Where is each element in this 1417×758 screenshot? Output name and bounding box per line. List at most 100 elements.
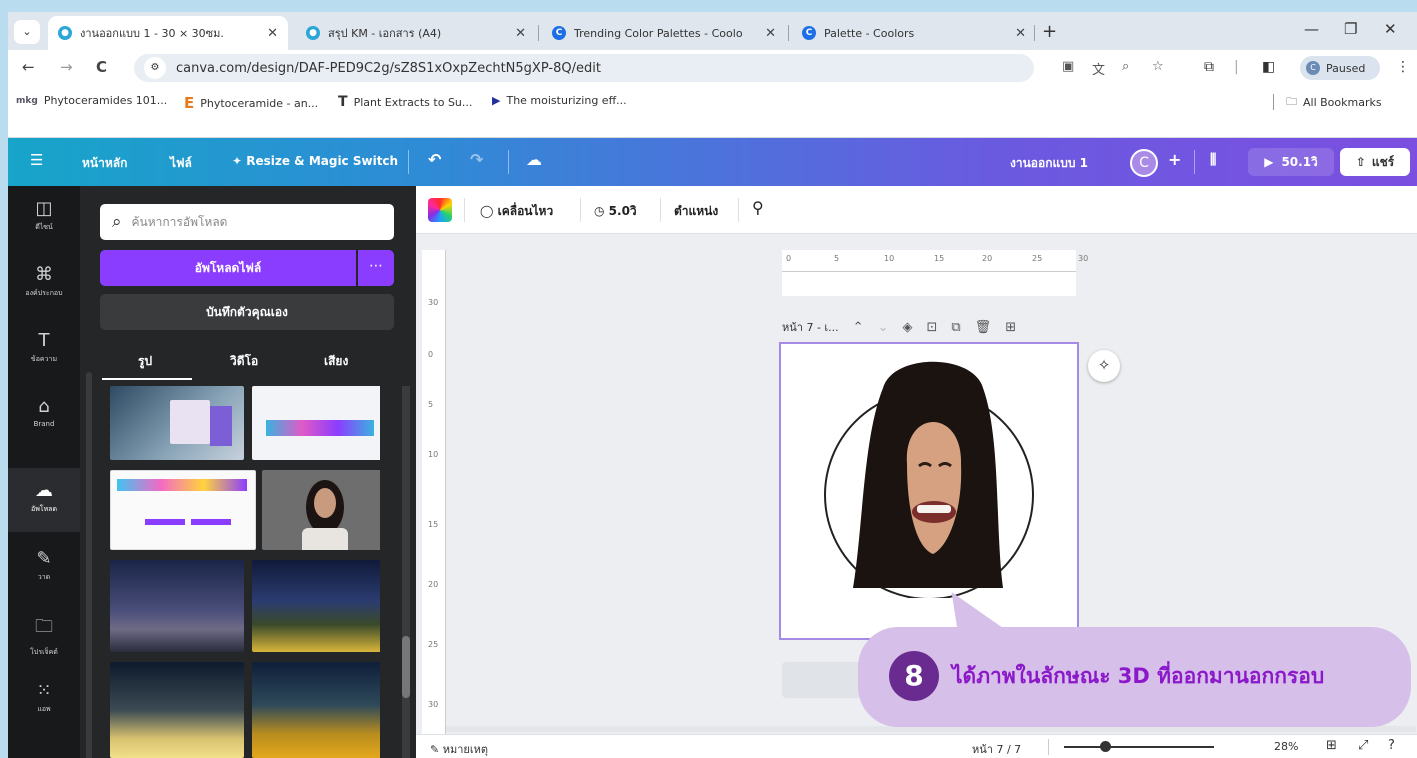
design-title[interactable]: งานออกแบบ 1 bbox=[1010, 154, 1088, 173]
page-down-icon[interactable]: ⌄ bbox=[878, 320, 889, 335]
rail-design[interactable]: ◫ ดีไซน์ bbox=[8, 186, 80, 250]
side-panel-icon[interactable]: ◧ bbox=[1262, 59, 1275, 75]
upload-thumbnail[interactable] bbox=[110, 470, 256, 550]
tab-search-button[interactable]: ⌄ bbox=[14, 20, 40, 44]
tab-coolors-trending[interactable]: C Trending Color Palettes - Coolo ✕ bbox=[542, 16, 786, 50]
undo-icon[interactable]: ↶ bbox=[428, 150, 441, 169]
duplicate-page-icon[interactable]: ⧉ bbox=[951, 320, 960, 335]
upload-thumbnail[interactable] bbox=[252, 386, 380, 460]
upload-thumbnail-portrait[interactable] bbox=[262, 470, 380, 550]
position-button[interactable]: ตำแหน่ง bbox=[674, 202, 718, 221]
bookmark-item[interactable]: mkg Phytoceramides 101... bbox=[16, 94, 167, 107]
browser-menu-icon[interactable]: ⋮ bbox=[1396, 59, 1410, 75]
bookmark-item[interactable]: ▶ The moisturizing eff... bbox=[492, 94, 627, 107]
active-tab-indicator bbox=[102, 378, 192, 380]
animate-button[interactable]: ◯ เคลื่อนไหว bbox=[480, 202, 553, 221]
rail-brand[interactable]: ⌂ Brand bbox=[8, 384, 80, 448]
rail-label: ข้อความ bbox=[30, 355, 58, 363]
step-number-badge: 8 bbox=[889, 651, 939, 701]
upload-files-button[interactable]: อัพโหลดไฟล์ bbox=[100, 250, 356, 286]
tab-close-icon[interactable]: ✕ bbox=[765, 26, 776, 41]
uploads-search-input[interactable]: ⌕ ค้นหาการอัพโหลด bbox=[100, 204, 394, 240]
zoom-slider-track[interactable] bbox=[1064, 746, 1214, 748]
color-picker-swatch[interactable] bbox=[428, 198, 452, 222]
bookmark-star-icon[interactable]: ☆ bbox=[1152, 59, 1164, 74]
help-icon[interactable]: ? bbox=[1388, 738, 1395, 753]
rail-draw[interactable]: ✎ วาด bbox=[8, 536, 80, 600]
insights-chart-icon[interactable]: ⫼ bbox=[1210, 152, 1216, 168]
ruler-tick: 15 bbox=[428, 520, 439, 529]
user-avatar[interactable]: C bbox=[1130, 149, 1158, 177]
tab-close-icon[interactable]: ✕ bbox=[267, 26, 278, 41]
zoom-level[interactable]: 28% bbox=[1274, 740, 1298, 753]
previous-page-bottom[interactable] bbox=[782, 272, 1076, 296]
upload-thumbnail[interactable] bbox=[110, 560, 244, 652]
share-button[interactable]: ⇧ แชร์ bbox=[1340, 148, 1410, 176]
lock-page-icon[interactable]: ⊡ bbox=[926, 320, 937, 335]
site-info-icon[interactable]: ⚙ bbox=[144, 57, 166, 79]
bookmark-item[interactable]: E Phytoceramide - an... bbox=[184, 94, 318, 112]
notes-button[interactable]: ✎ หมายเหตุ bbox=[430, 740, 488, 758]
portrait-image[interactable] bbox=[823, 348, 1035, 598]
copy-style-icon[interactable]: ⚲ bbox=[752, 198, 764, 217]
tab-close-icon[interactable]: ✕ bbox=[1015, 26, 1026, 41]
fullscreen-icon[interactable]: ⤢ bbox=[1358, 738, 1368, 753]
rail-projects[interactable]: 🗀 โปรเจ็คต์ bbox=[8, 602, 80, 666]
back-icon[interactable]: ← bbox=[22, 58, 35, 76]
address-bar[interactable]: ⚙ canva.com/design/DAF-PED9C2g/sZ8S1xOxp… bbox=[134, 54, 1164, 82]
tab-canva-design[interactable]: ● งานออกแบบ 1 - 30 × 30ซม. ✕ bbox=[48, 16, 288, 50]
delete-page-icon[interactable]: 🗑 bbox=[975, 320, 992, 335]
page-actions-icon[interactable]: ▣ bbox=[1062, 59, 1074, 74]
invite-plus-icon[interactable]: + bbox=[1168, 150, 1181, 169]
present-button[interactable]: ▶ 50.1วิ bbox=[1248, 148, 1334, 176]
rail-text[interactable]: T ข้อความ bbox=[8, 318, 80, 382]
all-bookmarks-button[interactable]: 🗀 All Bookmarks bbox=[1286, 93, 1382, 112]
redo-icon[interactable]: ↷ bbox=[470, 150, 483, 169]
tab-close-icon[interactable]: ✕ bbox=[515, 26, 526, 41]
upload-thumbnail[interactable] bbox=[252, 662, 380, 758]
magic-edit-icon[interactable]: ✧ bbox=[1088, 350, 1120, 382]
panel-scrollbar-thumb[interactable] bbox=[402, 636, 410, 698]
reload-icon[interactable]: C bbox=[96, 58, 107, 76]
forward-icon[interactable]: → bbox=[60, 58, 73, 76]
panel-left-scrollbar[interactable] bbox=[86, 372, 92, 758]
translate-icon[interactable]: 文 bbox=[1092, 59, 1105, 78]
bookmark-item[interactable]: T Plant Extracts to Su... bbox=[338, 94, 472, 110]
tab-audio[interactable]: เสียง bbox=[324, 352, 348, 371]
upload-thumbnail[interactable] bbox=[110, 386, 244, 460]
duration-button[interactable]: ◷ 5.0วิ bbox=[594, 202, 637, 221]
close-window-icon[interactable]: ✕ bbox=[1384, 20, 1397, 38]
page-label[interactable]: หน้า 7 - เ... bbox=[782, 318, 839, 336]
tab-images[interactable]: รูป bbox=[138, 352, 152, 371]
restore-icon[interactable]: ❐ bbox=[1344, 20, 1357, 38]
add-page-icon[interactable]: ⊞ bbox=[1005, 320, 1016, 335]
record-yourself-button[interactable]: บันทึกตัวคุณเอง bbox=[100, 294, 394, 330]
rail-apps[interactable]: ⁙ แอพ bbox=[8, 668, 80, 732]
upload-more-options-icon[interactable]: ⋯ bbox=[358, 250, 394, 286]
tab-separator bbox=[538, 25, 539, 41]
profile-paused-button[interactable]: C Paused bbox=[1300, 56, 1380, 80]
cloud-save-icon[interactable]: ☁ bbox=[526, 150, 542, 169]
tab-videos[interactable]: วิดีโอ bbox=[230, 352, 258, 371]
zoom-icon[interactable]: ⌕ bbox=[1122, 59, 1129, 74]
page-counter[interactable]: หน้า 7 / 7 bbox=[972, 740, 1021, 758]
upload-thumbnail[interactable] bbox=[252, 560, 380, 652]
rail-uploads[interactable]: ☁ อัพโหลด bbox=[8, 468, 80, 532]
home-link[interactable]: หน้าหลัก bbox=[82, 154, 127, 173]
menu-icon[interactable]: ☰ bbox=[30, 151, 43, 169]
rail-elements[interactable]: ⌘ องค์ประกอบ bbox=[8, 252, 80, 316]
new-tab-button[interactable]: + bbox=[1042, 21, 1057, 42]
file-menu[interactable]: ไฟล์ bbox=[170, 154, 192, 173]
extensions-icon[interactable]: ⧉ bbox=[1204, 59, 1214, 75]
tab-coolors-palette[interactable]: C Palette - Coolors ✕ bbox=[792, 16, 1036, 50]
minimize-icon[interactable]: — bbox=[1304, 20, 1319, 38]
panel-scrollbar-track[interactable] bbox=[402, 386, 410, 758]
zoom-slider-knob[interactable] bbox=[1100, 741, 1111, 752]
page-up-icon[interactable]: ⌃ bbox=[853, 320, 864, 335]
grid-view-icon[interactable]: ⊞ bbox=[1326, 738, 1337, 753]
resize-magic-switch-button[interactable]: ✦ Resize & Magic Switch bbox=[232, 154, 398, 168]
bookmark-label: Phytoceramide - an... bbox=[200, 96, 319, 110]
upload-thumbnail[interactable] bbox=[110, 662, 244, 758]
hide-page-icon[interactable]: ◈ bbox=[902, 320, 912, 335]
tab-km-summary[interactable]: ● สรุป KM - เอกสาร (A4) ✕ bbox=[296, 16, 536, 50]
